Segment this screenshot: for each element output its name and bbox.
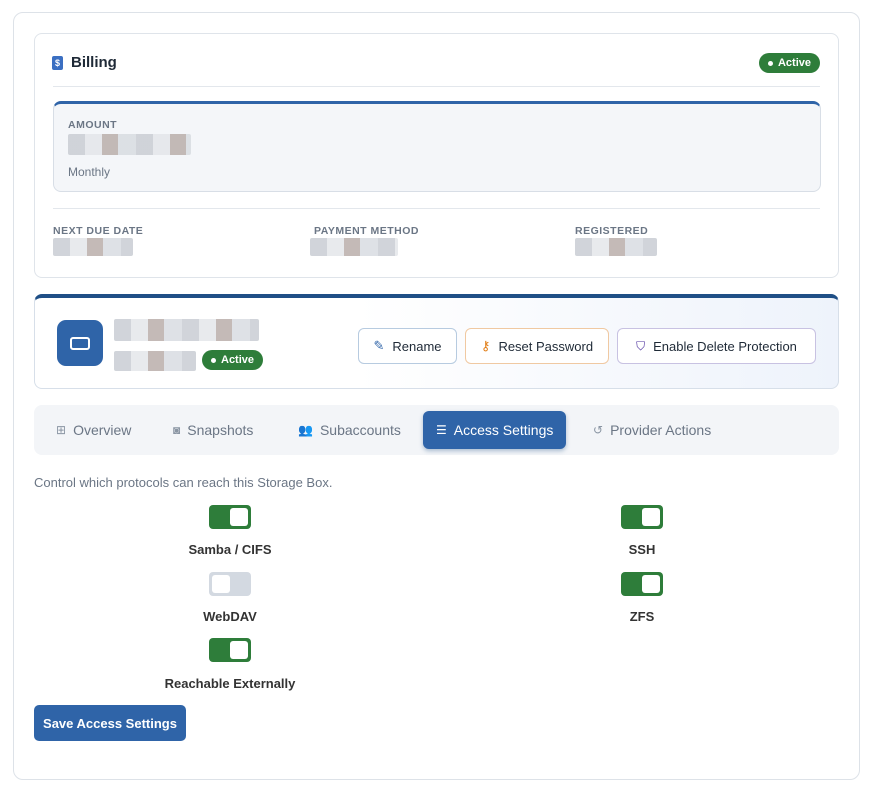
billing-title: Billing: [71, 54, 117, 71]
enable-delete-protection-label: Enable Delete Protection: [653, 338, 797, 354]
ssh-toggle[interactable]: [621, 505, 663, 529]
users-icon: 👥: [298, 423, 313, 437]
storage-box-status-text: Active: [221, 354, 255, 366]
tab-label: Subaccounts: [319, 422, 401, 438]
storage-box-icon: [57, 320, 103, 366]
shield-icon: ⛉: [636, 338, 646, 353]
save-access-settings-button[interactable]: Save Access Settings: [34, 705, 186, 741]
pencil-icon: ✎: [373, 338, 385, 353]
amount-box: AMOUNT Monthly: [53, 101, 821, 192]
billing-header: $ Billing: [52, 54, 117, 71]
zfs-label: ZFS: [629, 609, 655, 624]
billing-card: $ Billing Active AMOUNT Monthly NEXT DUE…: [34, 33, 839, 278]
tab-subaccounts[interactable]: 👥 Subaccounts: [285, 411, 414, 449]
amount-period: Monthly: [68, 165, 111, 179]
billing-status-text: Active: [777, 57, 811, 69]
toggle-knob: [230, 508, 248, 526]
tab-snapshots[interactable]: ◙ Snapshots: [160, 411, 266, 449]
tab-label: Snapshots: [187, 422, 254, 438]
samba-cifs-label: Samba / CIFS: [188, 542, 272, 557]
storage-box-status-badge: Active: [202, 350, 264, 370]
billing-doc-icon: $: [52, 55, 63, 70]
grid-icon: ⊞: [56, 423, 67, 437]
tab-bar: ⊞ Overview ◙ Snapshots 👥 Subaccounts ☰ A…: [34, 405, 839, 455]
divider: [53, 208, 820, 209]
webdav-label: WebDAV: [203, 609, 257, 624]
reachable-externally-label: Reachable Externally: [164, 676, 296, 691]
toggle-knob: [642, 508, 660, 526]
registered-label: REGISTERED: [575, 225, 649, 237]
status-dot-icon: [211, 357, 216, 363]
toggle-knob: [642, 575, 660, 593]
next-due-label: NEXT DUE DATE: [53, 225, 144, 237]
key-icon: ⚷: [480, 338, 491, 353]
zfs-toggle[interactable]: [621, 572, 663, 596]
next-due-date: NEXT DUE DATE: [53, 225, 144, 256]
rename-label: Rename: [392, 338, 442, 354]
reset-password-button[interactable]: ⚷ Reset Password: [465, 328, 609, 364]
registered: REGISTERED: [575, 225, 657, 256]
ssh-label: SSH: [628, 542, 656, 557]
access-description: Control which protocols can reach this S…: [34, 475, 333, 490]
tab-label: Access Settings: [453, 422, 554, 438]
billing-status-badge: Active: [758, 53, 820, 73]
amount-label: AMOUNT: [68, 119, 118, 131]
storage-box-id-redacted: [114, 351, 196, 371]
storage-box-card: Active ✎ Rename ⚷ Reset Password ⛉ Enabl…: [34, 294, 839, 389]
toggle-knob: [212, 575, 230, 593]
payment-method-label: PAYMENT METHOD: [314, 225, 420, 237]
samba-cifs-toggle[interactable]: [209, 505, 251, 529]
divider: [53, 86, 820, 87]
rename-button[interactable]: ✎ Rename: [358, 328, 457, 364]
camera-icon: ◙: [173, 423, 181, 437]
history-icon: ↺: [593, 423, 604, 437]
redacted-block: [114, 319, 259, 341]
registered-value-redacted: [575, 238, 657, 256]
reset-password-label: Reset Password: [498, 338, 594, 354]
tab-label: Overview: [73, 422, 132, 438]
webdav-toggle[interactable]: [209, 572, 251, 596]
tab-overview[interactable]: ⊞ Overview: [43, 411, 144, 449]
storage-box-name-redacted: [114, 319, 259, 341]
payment-method-value-redacted: [310, 238, 398, 256]
reachable-externally-toggle[interactable]: [209, 638, 251, 662]
tab-provider-actions[interactable]: ↺ Provider Actions: [580, 411, 724, 449]
next-due-value-redacted: [53, 238, 133, 256]
status-dot-icon: [767, 60, 773, 66]
tab-access-settings[interactable]: ☰ Access Settings: [423, 411, 567, 449]
sliders-icon: ☰: [436, 423, 447, 437]
payment-method: PAYMENT METHOD: [310, 225, 420, 256]
tab-label: Provider Actions: [610, 422, 712, 438]
amount-value-redacted: [68, 134, 191, 155]
toggle-knob: [230, 641, 248, 659]
enable-delete-protection-button[interactable]: ⛉ Enable Delete Protection: [617, 328, 816, 364]
